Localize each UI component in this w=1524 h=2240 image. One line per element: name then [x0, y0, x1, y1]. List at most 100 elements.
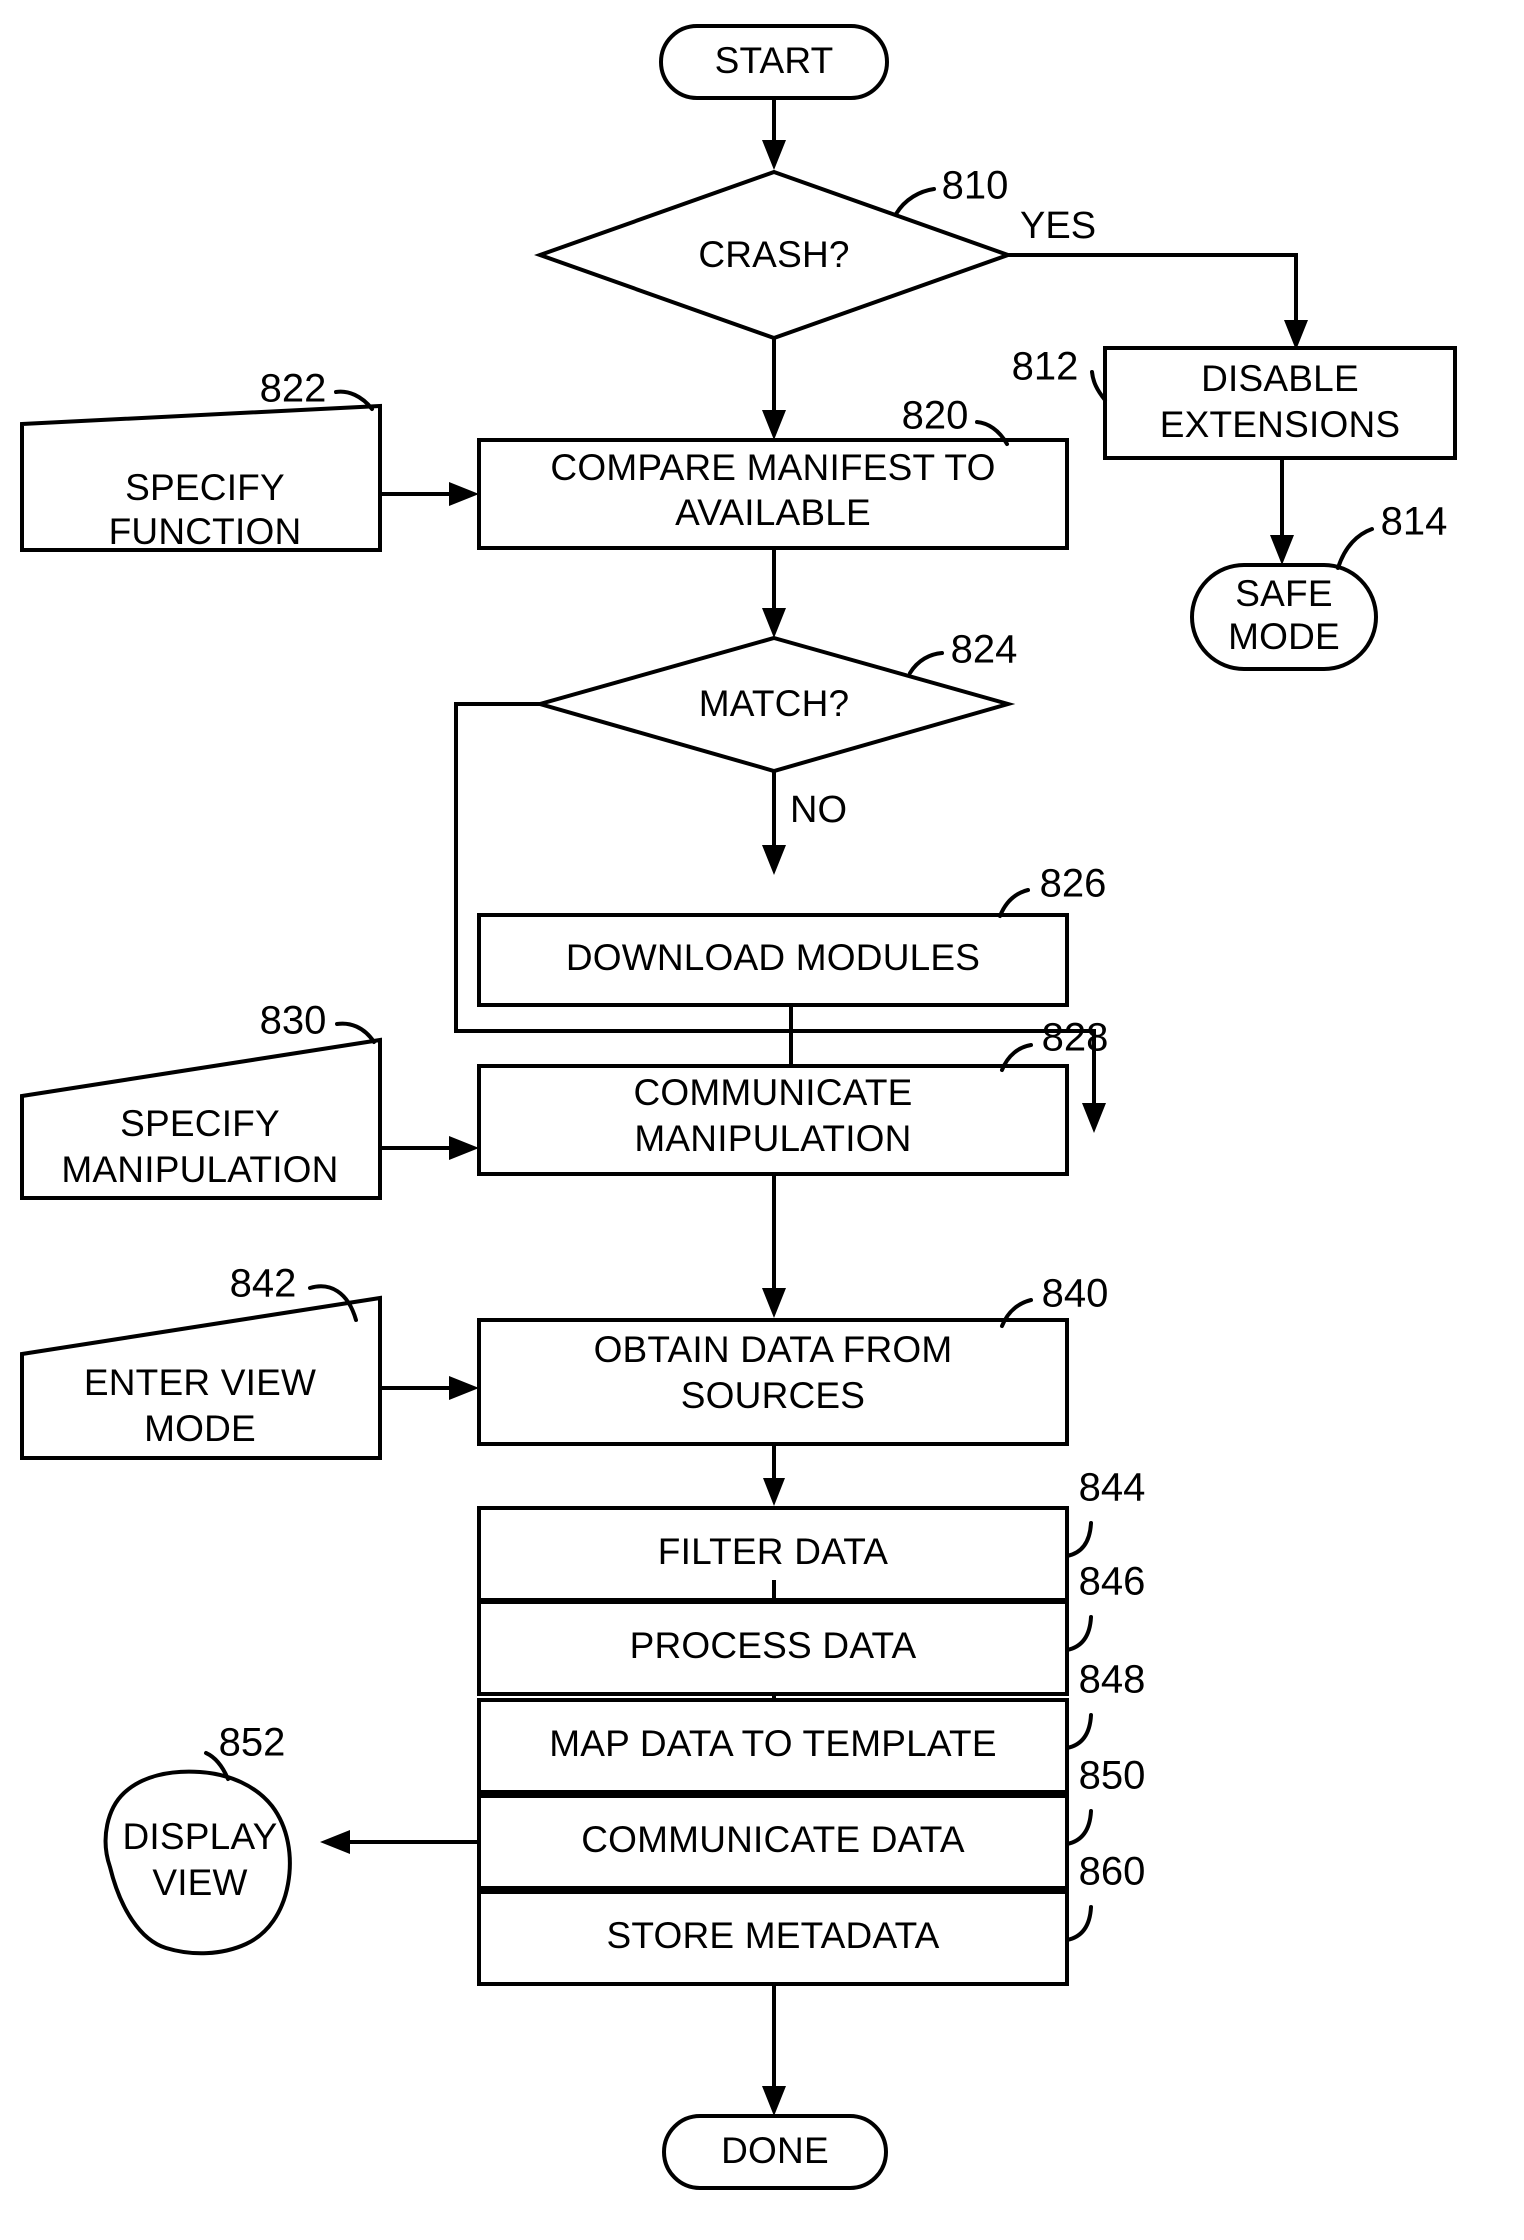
crash-label: CRASH? [698, 234, 849, 275]
arrow-head [449, 482, 479, 506]
arrow-head [762, 608, 786, 638]
patent-figure: START CRASH? 810 YES DISABLE EXTENSIONS … [0, 0, 1524, 2240]
edge-obtain-to-filter [763, 1444, 785, 1506]
ref-860: 860 [1065, 1850, 1146, 1942]
edge-specify-function-to-compare [380, 482, 479, 506]
arrow-head [449, 1376, 479, 1400]
node-obtain-data: OBTAIN DATA FROM SOURCES [477, 1318, 1069, 1446]
specify-function-label-line2: FUNCTION [109, 511, 302, 552]
node-communicate-manipulation: COMMUNICATE MANIPULATION [477, 1064, 1069, 1176]
match-label: MATCH? [699, 683, 850, 724]
edge-enter-view-to-obtain [380, 1376, 479, 1400]
node-start: START [659, 24, 889, 100]
arrow-head [762, 410, 786, 440]
ref-leader-line [1065, 1713, 1093, 1750]
enter-view-mode-label-line1: ENTER VIEW [84, 1362, 316, 1403]
node-match-decision: MATCH? [532, 635, 1016, 774]
node-safe-mode: SAFE MODE [1190, 563, 1378, 671]
process-data-label: PROCESS DATA [630, 1625, 917, 1666]
node-communicate-data: COMMUNICATE DATA [477, 1794, 1069, 1890]
ref-848: 848 [1065, 1658, 1146, 1750]
ref-number: 812 [1012, 345, 1079, 389]
ref-leader-line [1065, 1521, 1093, 1558]
ref-leader-line [1065, 1615, 1093, 1652]
arrow-head [449, 1136, 479, 1160]
node-compare-manifest: COMPARE MANIFEST TO AVAILABLE [477, 438, 1069, 550]
crash-yes-label: YES [1020, 205, 1096, 247]
ref-number: 852 [219, 1721, 286, 1765]
display-view-label-line1: DISPLAY [123, 1816, 278, 1857]
ref-number: 810 [942, 164, 1009, 208]
ref-810: 810 [894, 164, 1009, 216]
disable-extensions-label-line2: EXTENSIONS [1160, 404, 1401, 445]
store-metadata-label: STORE METADATA [606, 1915, 939, 1956]
ref-leader-line [1336, 527, 1374, 570]
ref-852: 852 [204, 1721, 286, 1781]
specify-manipulation-label-line1: SPECIFY [120, 1103, 280, 1144]
ref-820: 820 [902, 394, 1009, 446]
ref-leader-line [998, 888, 1030, 918]
ref-number: 846 [1079, 1560, 1146, 1604]
edge-line [1008, 253, 1298, 330]
arrow-head [1284, 320, 1308, 350]
communicate-manipulation-label-line2: MANIPULATION [634, 1118, 911, 1159]
enter-view-mode-label-line2: MODE [144, 1408, 256, 1449]
arrow-head [763, 1478, 785, 1506]
ref-814: 814 [1336, 500, 1448, 570]
ref-844: 844 [1065, 1466, 1146, 1558]
ref-number: 820 [902, 394, 969, 438]
arrow-head [1082, 1103, 1106, 1133]
match-no-label: NO [790, 789, 847, 831]
arrow-head [320, 1830, 350, 1854]
done-label: DONE [721, 2130, 829, 2171]
ref-leader-line [894, 187, 936, 216]
node-display-view: DISPLAY VIEW [103, 1769, 292, 1956]
specify-manipulation-label-line2: MANIPULATION [61, 1149, 338, 1190]
flowchart-canvas: START CRASH? 810 YES DISABLE EXTENSIONS … [20, 24, 1457, 2190]
node-map-data: MAP DATA TO TEMPLATE [477, 1698, 1069, 1794]
communicate-manipulation-label-line1: COMMUNICATE [634, 1072, 913, 1113]
edge-match-no: NO [762, 771, 847, 875]
node-crash-decision: CRASH? [534, 169, 1014, 341]
ref-824: 824 [908, 628, 1017, 675]
communicate-data-label: COMMUNICATE DATA [581, 1819, 965, 1860]
ref-830: 830 [260, 999, 376, 1044]
node-download-modules: DOWNLOAD MODULES [477, 913, 1069, 1007]
ref-number: 850 [1079, 1754, 1146, 1798]
node-specify-manipulation: SPECIFY MANIPULATION [20, 1037, 382, 1200]
display-view-label-line2: VIEW [152, 1862, 247, 1903]
specify-function-label-line1: SPECIFY [125, 467, 285, 508]
ref-number: 826 [1040, 862, 1107, 906]
ref-number: 840 [1042, 1272, 1109, 1316]
start-label: START [715, 40, 834, 81]
compare-manifest-label-line2: AVAILABLE [675, 492, 871, 533]
edge-store-to-done [762, 1984, 786, 2116]
ref-number: 860 [1079, 1850, 1146, 1894]
ref-850: 850 [1065, 1754, 1146, 1846]
arrow-head [1270, 535, 1294, 565]
node-store-metadata: STORE METADATA [477, 1890, 1069, 1986]
edge-compare-to-match [762, 548, 786, 638]
node-process-data: PROCESS DATA [477, 1600, 1069, 1696]
download-modules-label: DOWNLOAD MODULES [566, 937, 980, 978]
disable-extensions-label-line1: DISABLE [1201, 358, 1359, 399]
ref-826: 826 [998, 862, 1107, 918]
ref-number: 848 [1079, 1658, 1146, 1702]
ref-number: 842 [230, 1262, 297, 1306]
arrow-head [762, 140, 786, 170]
arrow-head [762, 845, 786, 875]
ref-leader-line [1065, 1905, 1093, 1942]
ref-number: 822 [260, 367, 327, 411]
ref-leader-line [335, 1021, 376, 1044]
edge-crash-yes: YES [1008, 205, 1308, 350]
ref-846: 846 [1065, 1560, 1146, 1652]
obtain-data-label-line1: OBTAIN DATA FROM [594, 1329, 953, 1370]
arrow-head [762, 2086, 786, 2116]
map-data-label: MAP DATA TO TEMPLATE [549, 1723, 996, 1764]
ref-leader-line [908, 651, 944, 675]
edge-communicate-manip-to-obtain [762, 1174, 786, 1318]
ref-number: 814 [1381, 500, 1448, 544]
safe-mode-label-line1: SAFE [1235, 573, 1332, 614]
ref-number: 844 [1079, 1466, 1146, 1510]
obtain-data-label-line2: SOURCES [681, 1375, 865, 1416]
